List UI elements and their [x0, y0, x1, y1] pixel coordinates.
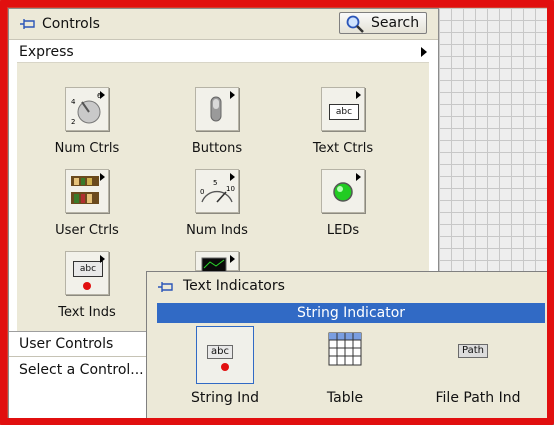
- highlight-frame: [0, 0, 554, 425]
